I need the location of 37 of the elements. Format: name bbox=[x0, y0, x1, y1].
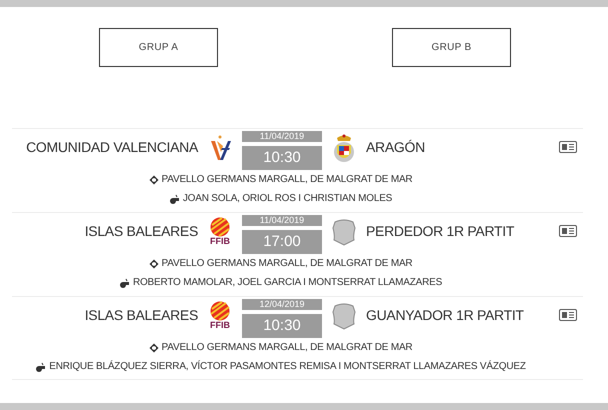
newspaper-icon[interactable] bbox=[559, 140, 577, 152]
newspaper-icon[interactable] bbox=[559, 308, 577, 320]
match-date: 11/04/2019 bbox=[242, 131, 322, 142]
venue-icon bbox=[148, 342, 159, 352]
crest-icon bbox=[332, 132, 356, 162]
venue-icon bbox=[148, 174, 159, 184]
whistle-icon bbox=[118, 278, 130, 288]
team-name: GUANYADOR 1R PARTIT bbox=[366, 306, 525, 322]
venue-text: PAVELLO GERMANS MARGALL, DE MALGRAT DE MAR bbox=[162, 342, 412, 353]
referees-text: ENRIQUE BLÁZQUEZ SIERRA, VÍCTOR PASAMONTES REMISA I MONTSERRAT LLAMAZARES VÁZQUEZ bbox=[49, 361, 526, 372]
match-time: 10:30 bbox=[242, 146, 322, 170]
group-button[interactable]: GRUP A bbox=[99, 28, 218, 67]
venue-text: PAVELLO GERMANS MARGALL, DE MALGRAT DE MAR bbox=[162, 258, 412, 269]
ball-icon bbox=[210, 301, 230, 321]
team-name: ARAGÓN bbox=[366, 138, 426, 154]
match-date: 12/04/2019 bbox=[242, 299, 322, 310]
referees-text: JOAN SOLA, ORIOL ROS I CHRISTIAN MOLES bbox=[182, 193, 392, 204]
ffib-logo: FFIB bbox=[210, 301, 230, 330]
shield-icon bbox=[332, 302, 356, 330]
ffib-logo: FFIB bbox=[210, 217, 230, 246]
whistle-icon bbox=[168, 194, 180, 204]
team-name: PERDEDOR 1R PARTIT bbox=[366, 222, 516, 238]
group-button[interactable]: GRUP B bbox=[392, 28, 511, 67]
newspaper-icon[interactable] bbox=[559, 224, 577, 236]
shield-icon bbox=[332, 218, 356, 246]
team-name: ISLAS BALEARES bbox=[84, 222, 198, 238]
referees-text: ROBERTO MAMOLAR, JOEL GARCIA I MONTSERRAT LLAMAZARES bbox=[132, 277, 442, 288]
team-name: COMUNIDAD VALENCIANA bbox=[25, 138, 198, 154]
ball-icon bbox=[210, 217, 230, 237]
whistle-icon bbox=[35, 362, 46, 372]
venue-icon bbox=[148, 258, 159, 268]
match-date: 11/04/2019 bbox=[242, 215, 322, 226]
match-time: 10:30 bbox=[242, 314, 322, 338]
team-name: ISLAS BALEARES bbox=[84, 306, 198, 322]
v-logo-icon bbox=[208, 134, 232, 162]
venue-text: PAVELLO GERMANS MARGALL, DE MALGRAT DE MAR bbox=[162, 174, 412, 185]
match-time: 17:00 bbox=[242, 230, 322, 254]
